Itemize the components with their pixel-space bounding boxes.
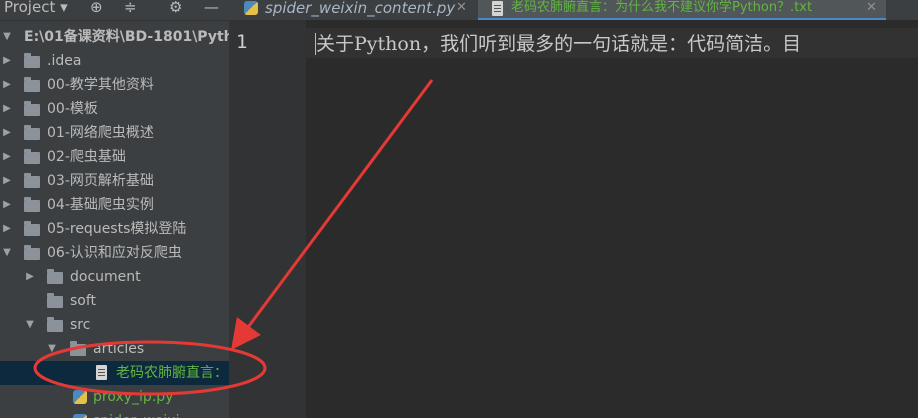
editor-tab-bar: spider_weixin_content.py ✕ 老码农肺腑直言：为什么我不… [229, 0, 918, 21]
editor-text-line[interactable]: 关于Python，我们听到最多的一句话就是：代码简洁。目 [316, 29, 801, 56]
tree-item-requests-login[interactable]: ▶ 05-requests模拟登陆 [0, 217, 229, 241]
chevron-right-icon[interactable]: ▶ [2, 73, 12, 97]
folder-icon [24, 221, 40, 236]
tree-item-label: articles [93, 341, 145, 357]
tab-label: spider_weixin_content.py [265, 0, 456, 17]
tree-item-label: soft [70, 293, 97, 309]
chevron-right-icon[interactable]: ▶ [2, 145, 12, 169]
folder-icon [24, 125, 40, 140]
tree-item-label: 00-教学其他资料 [47, 77, 154, 93]
crosshair-icon[interactable]: ⊕ [90, 0, 103, 16]
chevron-right-icon[interactable]: ▶ [25, 265, 35, 289]
chevron-right-icon[interactable]: ▶ [2, 217, 12, 241]
tree-item-soft[interactable]: soft [0, 289, 229, 313]
tab-spider-weixin-content[interactable]: spider_weixin_content.py ✕ [229, 0, 475, 20]
line-number: 1 [236, 31, 248, 53]
tree-item-label: 04-基础爬虫实例 [47, 197, 154, 213]
chevron-right-icon[interactable]: ▶ [2, 169, 12, 193]
tree-item-proxy-ip[interactable]: proxy_ip.py [0, 385, 229, 409]
chevron-down-icon[interactable]: ▼ [2, 25, 12, 49]
tab-label: 老码农肺腑直言：为什么我不建议你学Python？.txt [511, 0, 813, 15]
folder-icon [47, 269, 63, 284]
tree-item-crawler-overview[interactable]: ▶ 01-网络爬虫概述 [0, 121, 229, 145]
tree-item-label: proxy_ip.py [93, 389, 174, 405]
folder-icon [24, 173, 40, 188]
tree-item-label: 00-模板 [47, 101, 98, 117]
tree-item-label: src [70, 317, 91, 333]
folder-icon [24, 101, 40, 116]
tree-item-label: document [70, 269, 141, 285]
gear-icon[interactable]: ⚙ [169, 0, 182, 16]
tree-item-label: .idea [47, 53, 82, 69]
folder-icon [24, 77, 40, 92]
tree-item-articles[interactable]: ▼ articles [0, 337, 229, 361]
python-file-icon [73, 414, 87, 418]
folder-icon [24, 245, 40, 260]
chevron-right-icon[interactable]: ▶ [2, 121, 12, 145]
project-header: Project ▾ ⊕ ≑ ⚙ — [0, 0, 229, 21]
folder-icon [70, 341, 86, 356]
tree-item-label: 03-网页解析基础 [47, 173, 154, 189]
tree-item-src[interactable]: ▼ src [0, 313, 229, 337]
tree-item-template[interactable]: ▶ 00-模板 [0, 97, 229, 121]
python-file-icon [244, 1, 258, 15]
tree-item-label: 老码农肺腑直言： [116, 365, 228, 381]
tree-item-label: spider_weixi [93, 409, 179, 418]
folder-icon [47, 293, 63, 308]
close-icon[interactable]: ✕ [456, 0, 467, 16]
tree-item-anti-crawler[interactable]: ▼ 06-认识和应对反爬虫 [0, 241, 229, 265]
root-path: E:\01备课资料\BD-1801\Pyth [24, 29, 229, 45]
tree-item-label: 05-requests模拟登陆 [47, 221, 187, 237]
tree-item-crawler-examples[interactable]: ▶ 04-基础爬虫实例 [0, 193, 229, 217]
chevron-right-icon[interactable]: ▶ [2, 97, 12, 121]
tree-item-spider-weixin[interactable]: spider_weixi [0, 409, 229, 418]
chevron-right-icon[interactable]: ▶ [2, 49, 12, 73]
project-title: Project [4, 0, 56, 16]
folder-icon [24, 197, 40, 212]
tree-item-selected-txt[interactable]: 老码农肺腑直言： [0, 361, 229, 385]
collapse-icon[interactable]: ≑ [124, 0, 137, 16]
minimize-icon[interactable]: — [204, 0, 219, 16]
tab-txt-file[interactable]: 老码农肺腑直言：为什么我不建议你学Python？.txt ✕ [478, 0, 886, 21]
chevron-down-icon[interactable]: ▼ [25, 313, 35, 337]
chevron-down-icon[interactable]: ▼ [47, 337, 57, 361]
tree-item-label: 02-爬虫基础 [47, 149, 126, 165]
tree-item-crawler-basics[interactable]: ▶ 02-爬虫基础 [0, 145, 229, 169]
folder-icon [24, 53, 40, 68]
tree-root[interactable]: ▼ E:\01备课资料\BD-1801\Pyth [0, 25, 229, 49]
tree-item-label: 06-认识和应对反爬虫 [47, 245, 182, 261]
tree-item-document[interactable]: ▶ document [0, 265, 229, 289]
tree-item-parsing-basics[interactable]: ▶ 03-网页解析基础 [0, 169, 229, 193]
line-gutter: 1 [229, 20, 306, 418]
tree-item-idea[interactable]: ▶ .idea [0, 49, 229, 73]
editor-area[interactable]: 关于Python，我们听到最多的一句话就是：代码简洁。目 [306, 20, 918, 418]
project-view-selector[interactable]: Project ▾ [4, 0, 68, 16]
tree-item-teaching-materials[interactable]: ▶ 00-教学其他资料 [0, 73, 229, 97]
text-file-icon [96, 365, 107, 380]
folder-icon [47, 317, 63, 332]
project-panel: Project ▾ ⊕ ≑ ⚙ — ▼ E:\01备课资料\BD-1801\Py… [0, 0, 229, 418]
python-file-icon [73, 390, 87, 404]
tree-item-label: 01-网络爬虫概述 [47, 125, 154, 141]
chevron-right-icon[interactable]: ▶ [2, 193, 12, 217]
close-icon[interactable]: ✕ [866, 0, 877, 16]
folder-icon [24, 149, 40, 164]
text-file-icon [492, 1, 503, 16]
chevron-down-icon[interactable]: ▼ [2, 241, 12, 265]
